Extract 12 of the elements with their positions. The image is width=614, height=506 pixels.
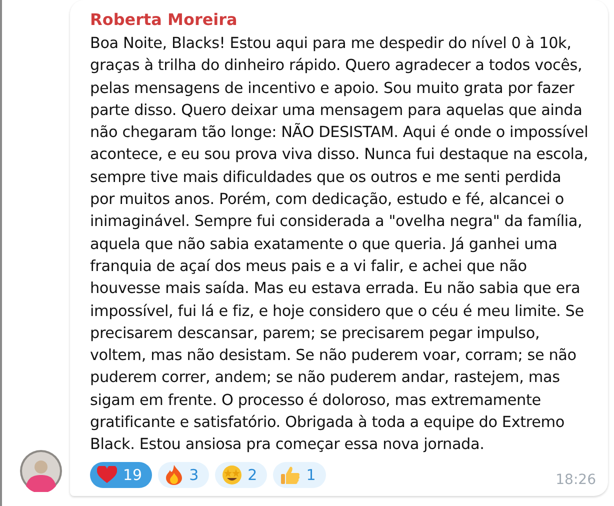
avatar[interactable] [20, 450, 62, 492]
thumbs-up-icon [280, 464, 300, 485]
reaction-button[interactable]: 19 [90, 462, 152, 488]
reaction-button[interactable]: 3 [158, 462, 209, 488]
author-name[interactable]: Roberta Moreira [90, 10, 238, 30]
reaction-button[interactable]: 2 [214, 462, 268, 488]
message-time: 18:26 [556, 472, 596, 488]
reaction-button[interactable]: 1 [273, 462, 326, 488]
fire-icon [165, 464, 184, 485]
heart-icon [97, 466, 117, 484]
star-eyes-face-icon [222, 464, 242, 485]
message-text: Boa Noite, Blacks! Estou aqui para me despedir do nível 0 à 10k, graças à trilha do dinheiro rápido. Quero agradecer a todos vocês, pelas mensagens de incentivo e apoio. Sou muito grata por fazer parte disso. Quero deixar uma mensagem para aquelas que ainda não chegaram tão longe: NÃO DESISTAM. Aqui é onde o impossível acontece, e eu sou prova viva disso. Nunca fui destaque na escola, sempre tive mais dificuldades que os outros e me senti perdida por muitos anos. Porém, com dedicação, estudo e fé, alcancei o inimaginável. Sempre fui considerada a "ovelha negra" da família, aquela que não sabia exatamente o que queria. Já ganhei uma franquia de açaí dos meus pais e a vi falir, e achei que não houvesse mais saída. Mas eu estava errada. Eu não sabia que era impossível, fui lá e fiz, e hoje considero que o céu é meu limite. Se precisarem descansar, parem; se precisarem pegar impulso, voltem, mas não desistam. Se não puderem voar, corram; se não puderem correr, andem; se não puderem andar, rastejem, mas sigam em frente. O processo é doloroso, mas extremamente gratificante e satisfatório. Obrigada à toda a equipe do Extremo Black. Estou ansiosa pra começar essa nova jornada. [90, 33, 588, 456]
